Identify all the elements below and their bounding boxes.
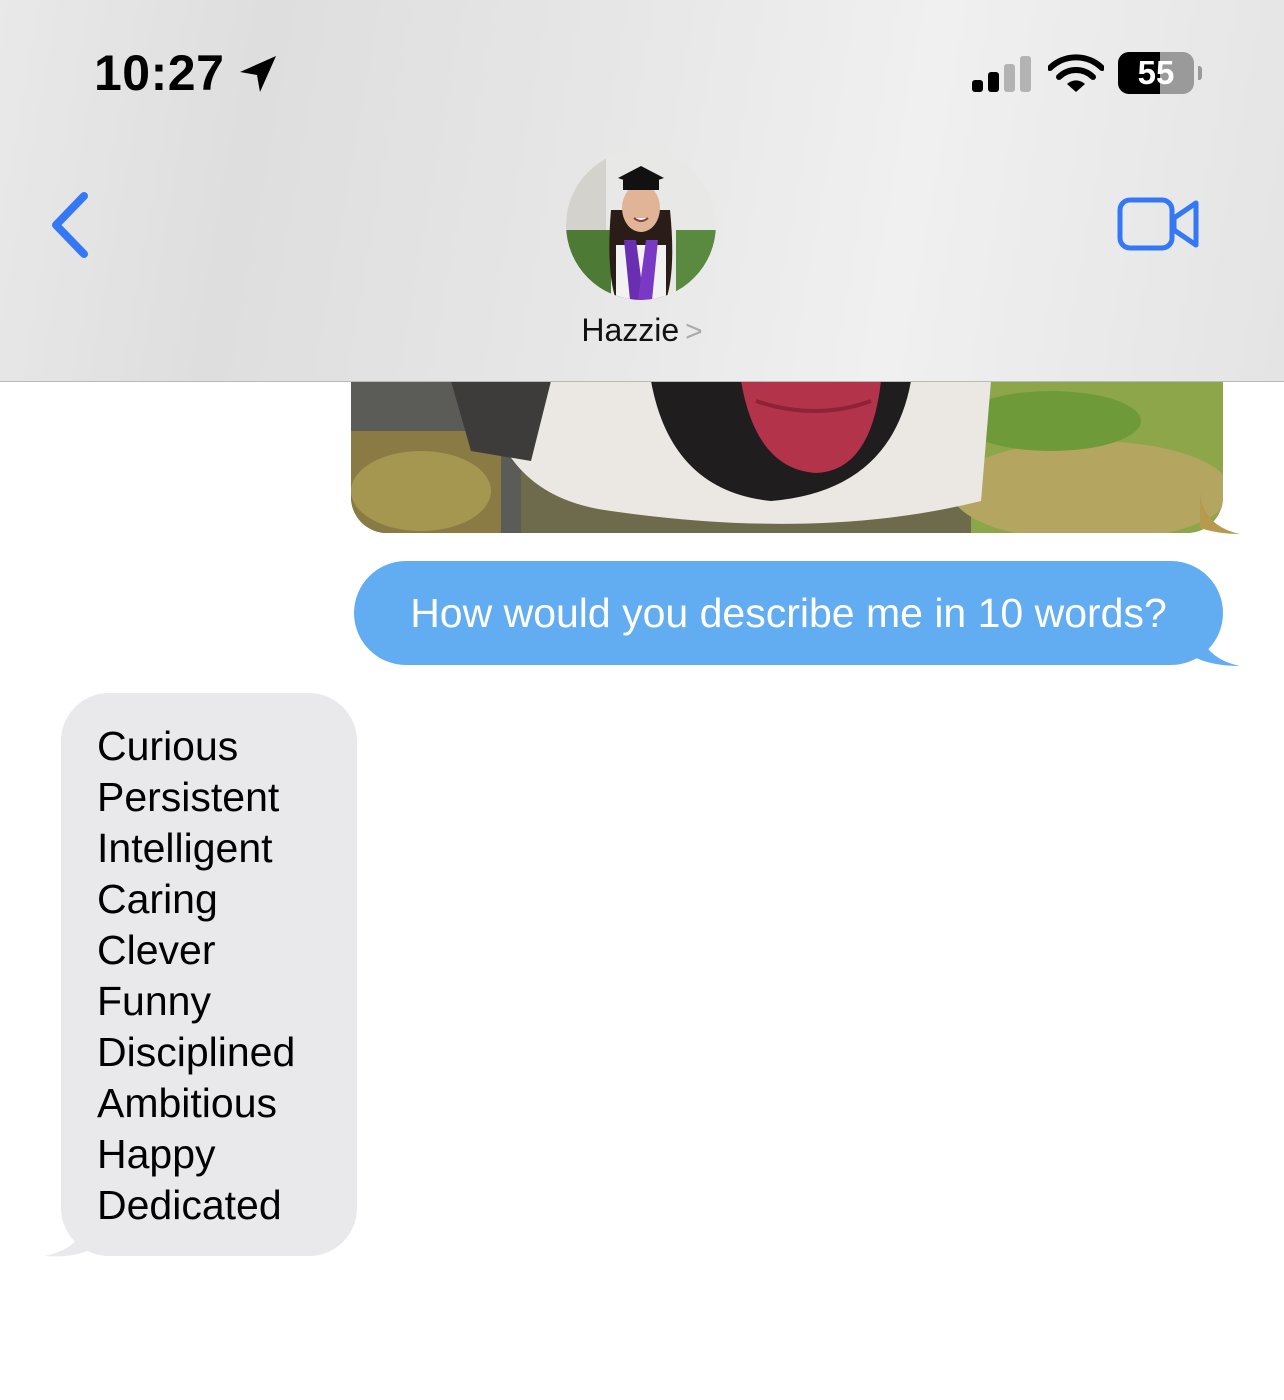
word-item: Happy bbox=[97, 1131, 216, 1177]
word-item: Curious bbox=[97, 723, 239, 769]
battery-level: 55 bbox=[1137, 54, 1175, 91]
word-item: Funny bbox=[97, 978, 211, 1024]
incoming-message-text: Curious Persistent Intelligent Caring Cl… bbox=[97, 721, 295, 1231]
word-item: Persistent bbox=[97, 774, 280, 820]
contact-avatar[interactable] bbox=[566, 150, 716, 300]
outgoing-message: How would you describe me in 10 words? bbox=[354, 561, 1223, 665]
status-time: 10:27 bbox=[94, 45, 225, 101]
chevron-right-icon: > bbox=[685, 315, 703, 348]
word-item: Clever bbox=[97, 927, 216, 973]
contact-name-button[interactable]: Hazzie > bbox=[0, 312, 1284, 349]
word-item: Dedicated bbox=[97, 1182, 282, 1228]
incoming-message: Curious Persistent Intelligent Caring Cl… bbox=[61, 693, 357, 1256]
incoming-bubble-tail bbox=[44, 1210, 90, 1257]
word-item: Intelligent bbox=[97, 825, 273, 871]
outgoing-bubble-tail bbox=[1196, 618, 1240, 666]
outgoing-message-text: How would you describe me in 10 words? bbox=[410, 590, 1167, 636]
chevron-left-icon[interactable] bbox=[44, 190, 94, 260]
word-item: Ambitious bbox=[97, 1080, 278, 1126]
conversation-header: 10:27 55 Hazzie > bbox=[0, 0, 1284, 382]
battery-indicator: 55 bbox=[1118, 52, 1202, 96]
word-item: Caring bbox=[97, 876, 218, 922]
cellular-signal-icon bbox=[972, 56, 1031, 92]
video-camera-icon[interactable] bbox=[1116, 194, 1202, 254]
wifi-icon bbox=[1048, 54, 1104, 92]
location-arrow-icon bbox=[240, 56, 276, 92]
photo-bubble-tail bbox=[1200, 490, 1240, 534]
contact-name: Hazzie bbox=[581, 312, 680, 348]
word-item: Disciplined bbox=[97, 1029, 296, 1075]
dog-photo-image[interactable] bbox=[351, 381, 1223, 533]
